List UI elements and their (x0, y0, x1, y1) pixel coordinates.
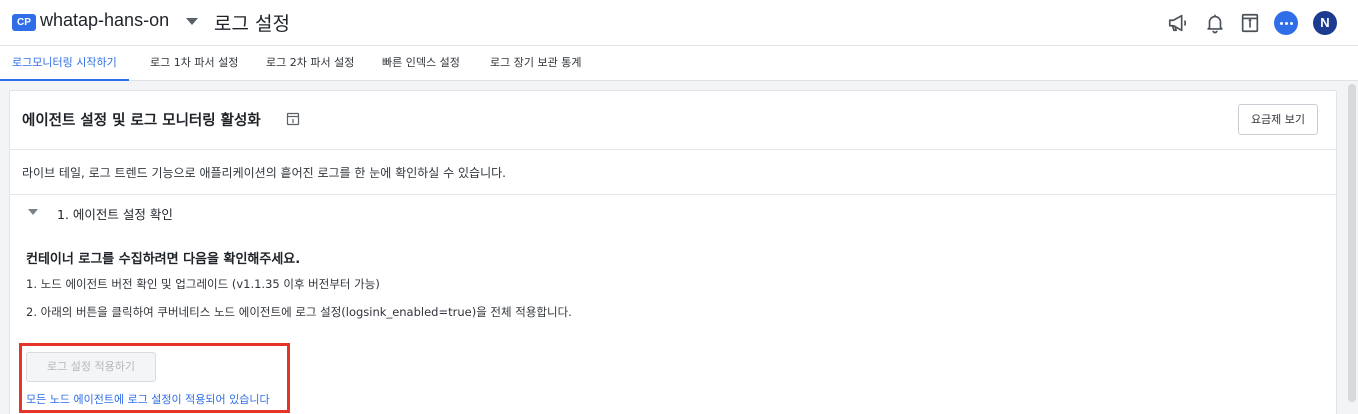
instruction-step-2: 2. 아래의 버튼을 클릭하여 쿠버네티스 노드 에이전트에 로그 설정(log… (26, 305, 572, 319)
project-dropdown-caret-icon[interactable] (186, 18, 198, 25)
project-name[interactable]: whatap-hans-on (40, 10, 169, 31)
user-avatar[interactable]: N (1313, 11, 1337, 35)
bell-icon[interactable] (1203, 11, 1227, 35)
document-info-icon[interactable] (1238, 11, 1262, 35)
top-header: CP whatap-hans-on 로그 설정 N (0, 0, 1358, 46)
tab-log-secondary-parser[interactable]: 로그 2차 파서 설정 (266, 46, 354, 81)
page-title: 로그 설정 (214, 13, 290, 35)
card-title: 에이전트 설정 및 로그 모니터링 활성화 (22, 113, 261, 129)
agent-setup-card: 에이전트 설정 및 로그 모니터링 활성화 요금제 보기 라이브 테일, 로그 … (9, 90, 1337, 414)
section-title[interactable]: 1. 에이전트 설정 확인 (57, 204, 173, 223)
view-pricing-button[interactable]: 요금제 보기 (1238, 104, 1318, 135)
tab-log-primary-parser[interactable]: 로그 1차 파서 설정 (150, 46, 238, 81)
instruction-step-1: 1. 노드 에이전트 버전 확인 및 업그레이드 (v1.1.35 이후 버전부… (26, 277, 380, 291)
chat-icon[interactable] (1274, 11, 1298, 35)
instruction-heading: 컨테이너 로그를 수집하려면 다음을 확인해주세요. (26, 252, 301, 267)
apply-status-message: 모든 노드 에이전트에 로그 설정이 적용되어 있습니다 (26, 393, 270, 406)
scrollbar-thumb[interactable] (1348, 84, 1356, 402)
tab-log-monitoring-start[interactable]: 로그모니터링 시작하기 (0, 46, 129, 81)
tab-log-long-term-stats[interactable]: 로그 장기 보관 통계 (490, 46, 581, 81)
apply-log-settings-button[interactable]: 로그 설정 적용하기 (26, 352, 156, 382)
document-icon[interactable] (286, 112, 300, 126)
section-collapse-caret-icon[interactable] (28, 209, 38, 215)
divider (10, 149, 1336, 150)
megaphone-icon[interactable] (1166, 11, 1190, 35)
divider (10, 194, 1336, 195)
card-description: 라이브 테일, 로그 트렌드 기능으로 애플리케이션의 흩어진 로그를 한 눈에… (22, 166, 506, 180)
tab-bar: 로그모니터링 시작하기 로그 1차 파서 설정 로그 2차 파서 설정 빠른 인… (0, 46, 1358, 81)
tab-fast-index[interactable]: 빠른 인덱스 설정 (382, 46, 460, 81)
project-type-badge: CP (12, 14, 36, 31)
